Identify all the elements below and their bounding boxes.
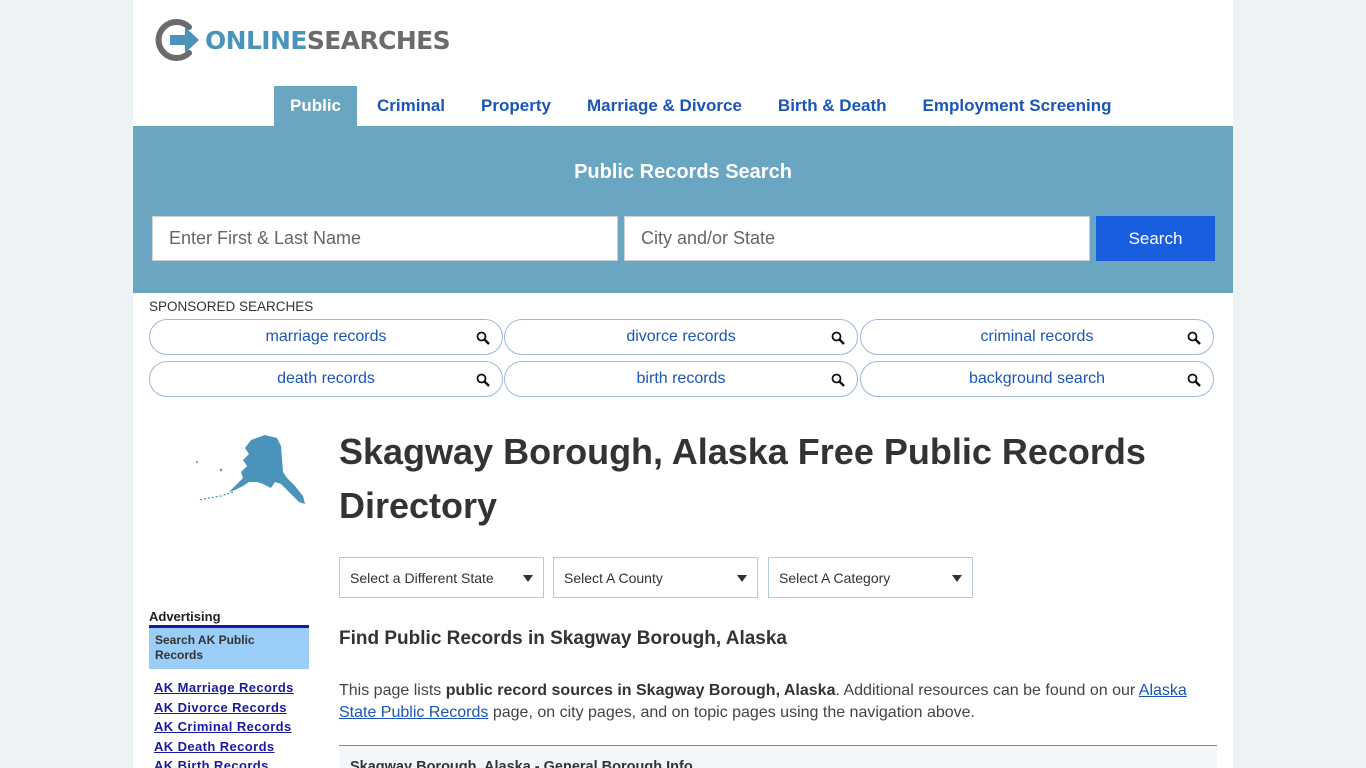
general-info-title: Skagway Borough, Alaska - General Boroug… (350, 759, 693, 768)
logo-arrow-icon (155, 19, 199, 61)
sponsored-divorce-records[interactable]: divorce records (504, 319, 858, 355)
state-select[interactable]: Select a Different State (339, 557, 544, 598)
sidebar-link-birth[interactable]: AK Birth Records (154, 758, 294, 768)
name-input[interactable] (152, 216, 618, 261)
sponsored-death-records[interactable]: death records (149, 361, 503, 397)
chevron-down-icon (523, 575, 533, 582)
search-icon (831, 373, 845, 387)
search-icon (1187, 373, 1201, 387)
sponsored-criminal-records[interactable]: criminal records (860, 319, 1214, 355)
section-title: Find Public Records in Skagway Borough, … (339, 628, 788, 649)
category-select[interactable]: Select A Category (768, 557, 973, 598)
advertising-box: Search AK Public Records (149, 625, 309, 669)
sidebar-link-marriage[interactable]: AK Marriage Records (154, 680, 294, 695)
logo-text: ONLINESEARCHES (205, 25, 451, 55)
sponsored-label: SPONSORED SEARCHES (149, 299, 314, 314)
sidebar-links: AK Marriage Records AK Divorce Records A… (154, 680, 294, 768)
site-logo[interactable]: ONLINESEARCHES (153, 18, 451, 62)
search-button[interactable]: Search (1096, 216, 1215, 261)
search-icon (476, 373, 490, 387)
general-info-box: Skagway Borough, Alaska - General Boroug… (339, 746, 1217, 768)
sidebar-link-criminal[interactable]: AK Criminal Records (154, 719, 294, 734)
sponsored-background-search[interactable]: background search (860, 361, 1214, 397)
nav-birth-death[interactable]: Birth & Death (762, 86, 903, 126)
search-icon (831, 331, 845, 345)
sidebar-link-death[interactable]: AK Death Records (154, 739, 294, 754)
search-title: Public Records Search (574, 161, 792, 183)
county-select[interactable]: Select A County (553, 557, 758, 598)
intro-paragraph: This page lists public record sources in… (339, 682, 1187, 721)
location-input[interactable] (624, 216, 1090, 261)
main-nav: Public Criminal Property Marriage & Divo… (274, 86, 1131, 126)
chevron-down-icon (952, 575, 962, 582)
page-container: ONLINESEARCHES Public Criminal Property … (133, 0, 1233, 768)
sponsored-birth-records[interactable]: birth records (504, 361, 858, 397)
chevron-down-icon (737, 575, 747, 582)
nav-criminal[interactable]: Criminal (361, 86, 461, 126)
nav-property[interactable]: Property (465, 86, 567, 126)
search-icon (476, 331, 490, 345)
advertising-label: Advertising (149, 609, 221, 624)
page-title: Skagway Borough, Alaska Free Public Reco… (339, 431, 1146, 526)
sidebar-link-divorce[interactable]: AK Divorce Records (154, 700, 294, 715)
alaska-map-icon (196, 435, 305, 504)
nav-public[interactable]: Public (274, 86, 358, 126)
search-banner: Public Records Search Search (133, 126, 1233, 293)
sponsored-marriage-records[interactable]: marriage records (149, 319, 503, 355)
search-icon (1187, 331, 1201, 345)
nav-marriage-divorce[interactable]: Marriage & Divorce (571, 86, 758, 126)
nav-employment-screening[interactable]: Employment Screening (907, 86, 1128, 126)
